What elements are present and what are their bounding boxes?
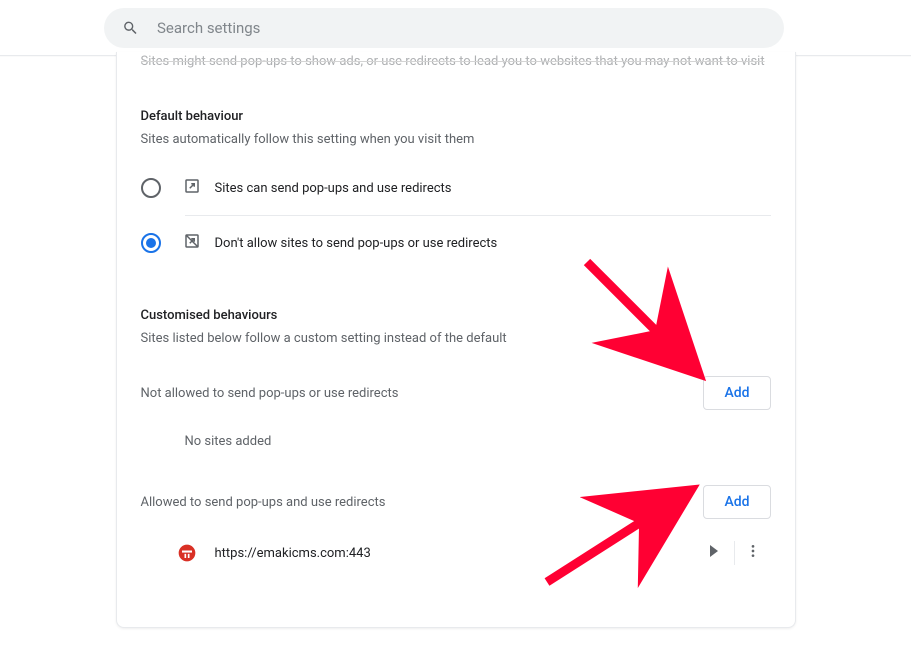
search-input[interactable] <box>157 19 766 37</box>
radio-allow-label: Sites can send pop-ups and use redirects <box>215 181 452 196</box>
allowed-row: Allowed to send pop-ups and use redirect… <box>141 485 771 519</box>
radio-allow-popups[interactable]: Sites can send pop-ups and use redirects <box>141 161 771 215</box>
default-sub: Sites automatically follow this setting … <box>141 132 771 147</box>
intro-text: Sites might send pop-ups to show ads, or… <box>141 48 771 71</box>
settings-search[interactable] <box>104 8 784 48</box>
not-allowed-row: Not allowed to send pop-ups or use redir… <box>141 376 771 410</box>
custom-sub: Sites listed below follow a custom setti… <box>141 331 771 346</box>
radio-icon <box>141 233 161 253</box>
settings-card: Sites might send pop-ups to show ads, or… <box>116 52 796 628</box>
radio-icon <box>141 178 161 198</box>
radio-block-popups[interactable]: Don't allow sites to send pop-ups or use… <box>141 216 771 270</box>
radio-block-label: Don't allow sites to send pop-ups or use… <box>215 236 498 251</box>
add-allowed-button[interactable]: Add <box>703 485 770 519</box>
search-icon <box>122 19 139 37</box>
chevron-right-icon[interactable] <box>694 535 734 571</box>
site-url: https://emakicms.com:443 <box>215 546 676 561</box>
not-allowed-label: Not allowed to send pop-ups or use redir… <box>141 386 399 401</box>
add-not-allowed-button[interactable]: Add <box>703 376 770 410</box>
allowed-site-row[interactable]: https://emakicms.com:443 <box>141 519 771 587</box>
allowed-label: Allowed to send pop-ups and use redirect… <box>141 495 386 510</box>
default-heading: Default behaviour <box>141 109 771 124</box>
no-sites-text: No sites added <box>141 410 771 461</box>
more-icon[interactable] <box>735 533 771 573</box>
block-popups-icon <box>183 232 201 254</box>
open-in-new-icon <box>183 177 201 199</box>
site-favicon-icon <box>177 543 197 563</box>
custom-heading: Customised behaviours <box>141 308 771 323</box>
